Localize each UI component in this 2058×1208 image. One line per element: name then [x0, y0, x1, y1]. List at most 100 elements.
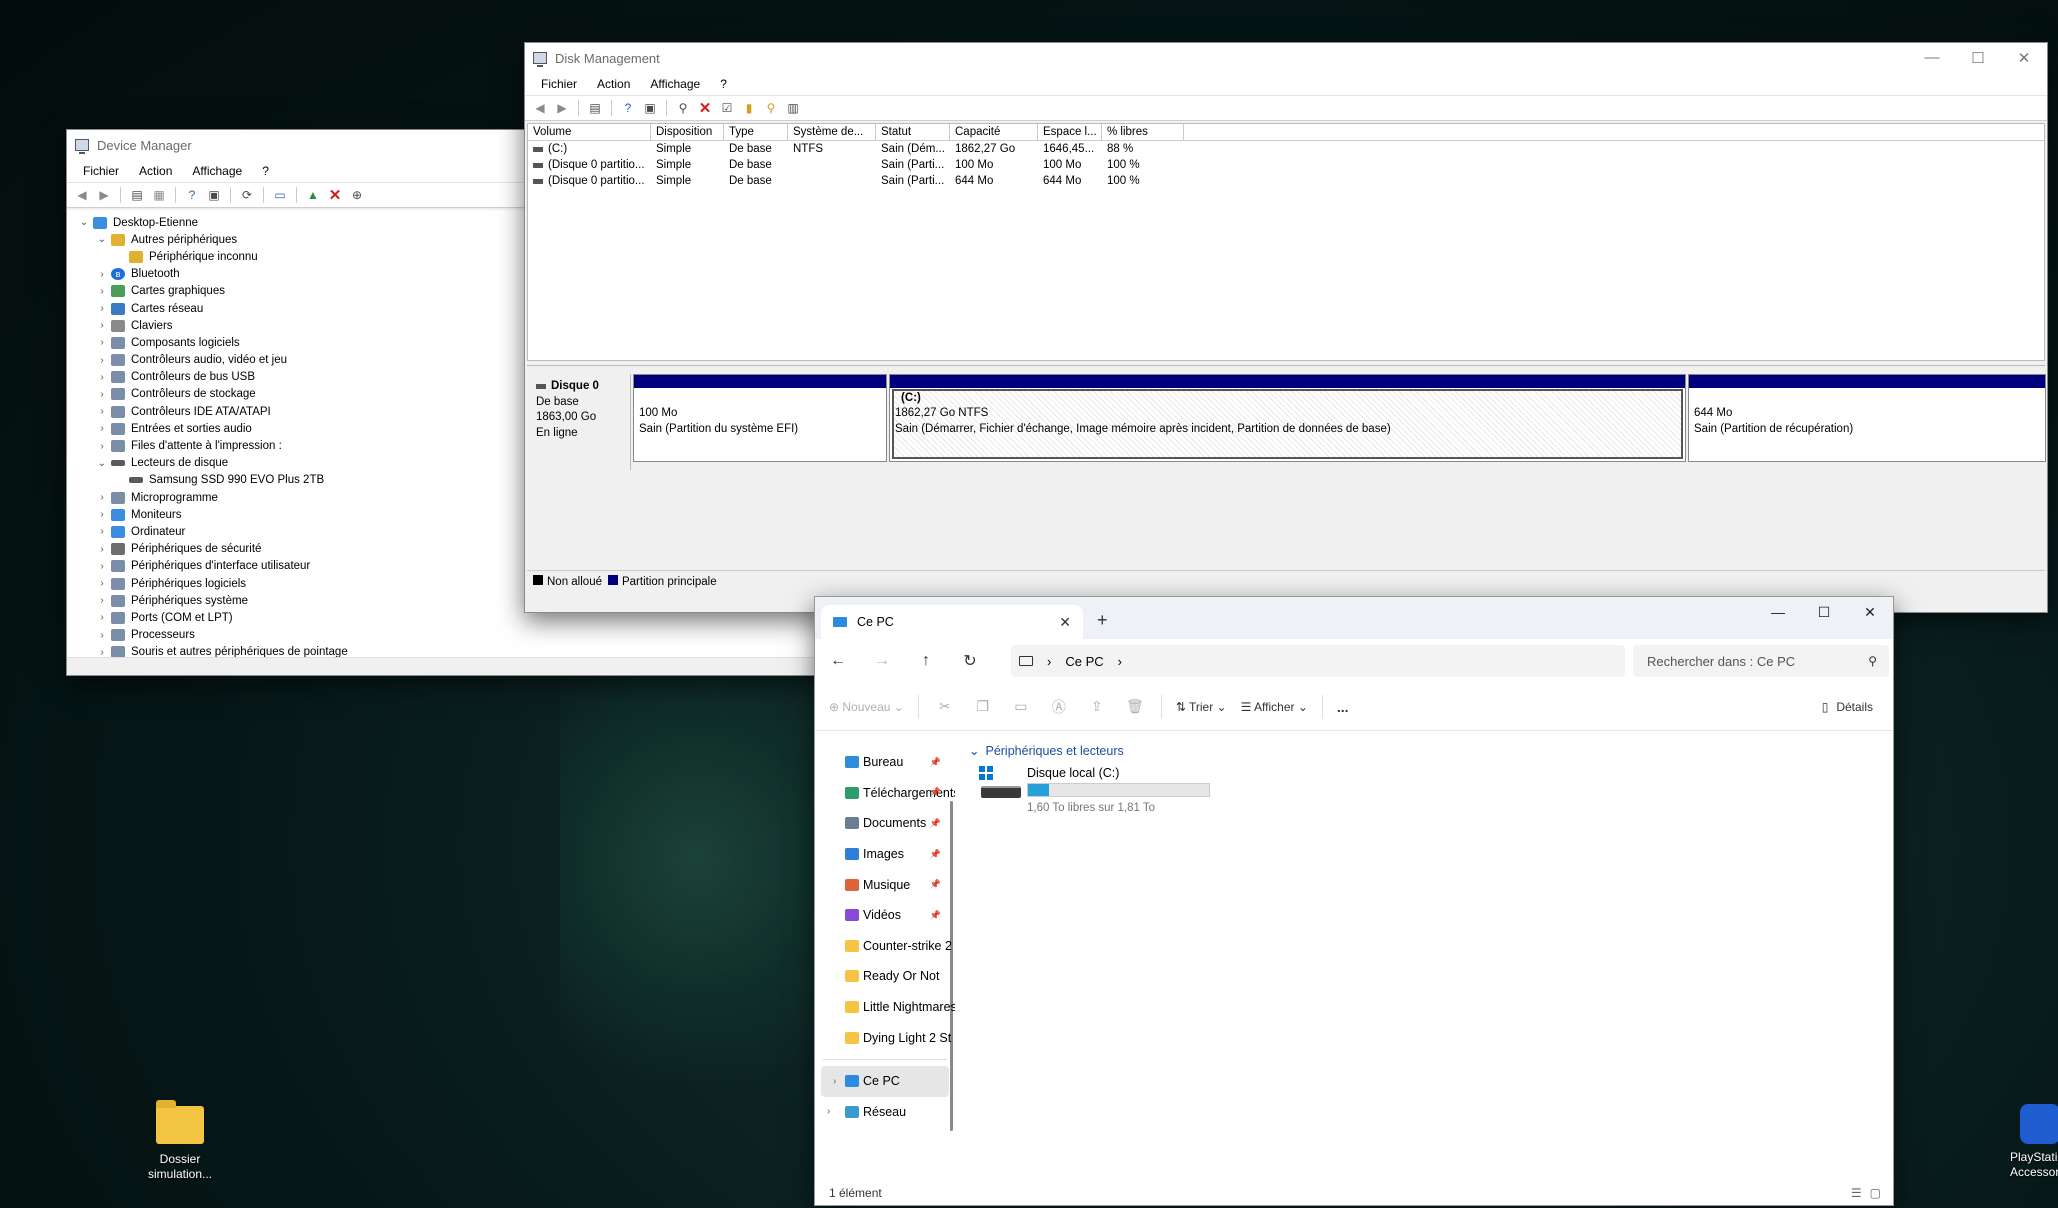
search-input[interactable]: Rechercher dans : Ce PC ⚲ — [1633, 645, 1889, 677]
maximize-icon[interactable]: ☐ — [1955, 49, 2001, 67]
close-tab-icon[interactable]: ✕ — [1059, 614, 1071, 631]
chevron-right-icon[interactable]: › — [1047, 654, 1051, 669]
view-icon[interactable]: ▣ — [641, 99, 659, 117]
chevron-down-icon[interactable]: ⌄ — [93, 458, 111, 469]
scan-hardware-icon[interactable]: ▭ — [271, 186, 289, 204]
volume-list[interactable]: Volume Disposition Type Système de... St… — [527, 123, 2045, 361]
nav-item[interactable]: Musique 📌 — [815, 869, 955, 900]
chevron-right-icon[interactable]: › — [93, 406, 111, 417]
tab-ce-pc[interactable]: Ce PC ✕ — [821, 605, 1083, 639]
chevron-down-icon[interactable]: ⌄ — [969, 743, 979, 758]
pin-icon[interactable]: 📌 — [930, 910, 941, 921]
tree-item[interactable]: › Processeurs — [75, 627, 821, 644]
menu-action[interactable]: Action — [129, 164, 182, 178]
tree-item[interactable]: › Souris et autres périphériques de point… — [75, 644, 821, 657]
partition-recovery[interactable]: 644 Mo Sain (Partition de récupération) — [1688, 374, 2046, 462]
navigation-pane[interactable]: Bureau 📌 Téléchargements 📌 Documents 📌 Images 📌… — [815, 731, 955, 1181]
column-free-space[interactable]: Espace l... — [1038, 124, 1102, 140]
column-filesystem[interactable]: Système de... — [788, 124, 876, 140]
pin-icon[interactable]: 📌 — [930, 849, 941, 860]
chevron-right-icon[interactable]: › — [93, 423, 111, 434]
nav-item[interactable]: Documents 📌 — [815, 808, 955, 839]
nav-item[interactable]: Téléchargements 📌 — [815, 778, 955, 809]
update-driver-icon[interactable]: ⟳ — [238, 186, 256, 204]
cut-icon[interactable]: ✂ — [933, 698, 957, 715]
chevron-right-icon[interactable]: › — [93, 355, 111, 366]
show-hide-tree-icon[interactable]: ▤ — [128, 186, 146, 204]
forward-icon[interactable]: → — [871, 652, 893, 670]
chevron-right-icon[interactable]: › — [93, 389, 111, 400]
disk-management-window[interactable]: Disk Management — ☐ ✕ Fichier Action Aff… — [524, 42, 2048, 613]
forward-arrow-icon[interactable]: ▶ — [95, 186, 113, 204]
nav-item[interactable]: Dying Light 2 St — [815, 1022, 955, 1053]
download-icon[interactable]: ⊕ — [348, 186, 366, 204]
help-icon[interactable]: ? — [183, 186, 201, 204]
volume-row[interactable]: (C:) Simple De base NTFS Sain (Dém... 1862,27… — [528, 141, 2044, 157]
chevron-right-icon[interactable]: › — [93, 595, 111, 606]
group-header[interactable]: ⌄ Périphériques et lecteurs — [969, 743, 1893, 759]
menu-fichier[interactable]: Fichier — [531, 77, 587, 91]
column-status[interactable]: Statut — [876, 124, 950, 140]
nav-item[interactable]: Images 📌 — [815, 839, 955, 870]
menu-fichier[interactable]: Fichier — [73, 164, 129, 178]
desktop-folder-simulation[interactable]: Dossier simulation... — [140, 1100, 220, 1182]
close-icon[interactable]: ✕ — [2001, 49, 2047, 67]
details-pane-button[interactable]: ▯ Détails — [1822, 700, 1873, 714]
chevron-right-icon[interactable]: › — [827, 1106, 830, 1117]
nav-item[interactable]: Vidéos 📌 — [815, 900, 955, 931]
share-icon[interactable]: ⇪ — [1085, 698, 1109, 715]
chevron-right-icon[interactable]: › — [93, 320, 111, 331]
pin-icon[interactable]: 📌 — [930, 757, 941, 768]
disk-management-titlebar[interactable]: Disk Management — ☐ ✕ — [525, 43, 2047, 73]
chevron-right-icon[interactable]: › — [93, 303, 111, 314]
back-arrow-icon[interactable]: ◀ — [531, 99, 549, 117]
copy-icon[interactable]: ❐ — [971, 698, 995, 715]
column-capacity[interactable]: Capacité — [950, 124, 1038, 140]
drive-c-tile[interactable]: Disque local (C:) 1,60 To libres sur 1,8… — [979, 766, 1893, 814]
refresh-icon[interactable]: ↻ — [959, 651, 981, 671]
chevron-down-icon[interactable]: ⌄ — [93, 234, 111, 245]
volume-row[interactable]: (Disque 0 partitio... Simple De base Sain (… — [528, 157, 2044, 173]
address-bar[interactable]: › Ce PC › — [1011, 645, 1625, 677]
paste-icon[interactable]: ▭ — [1009, 698, 1033, 715]
nav-item[interactable]: Counter-strike 2 — [815, 931, 955, 962]
pin-icon[interactable]: 📌 — [930, 787, 941, 798]
minimize-icon[interactable]: — — [1755, 597, 1801, 627]
new-button[interactable]: ⊕ Nouveau ⌄ — [829, 700, 904, 714]
more-options-button[interactable]: ... — [1337, 699, 1349, 715]
pin-icon[interactable]: 📌 — [930, 818, 941, 829]
uninstall-icon[interactable]: ✕ — [326, 186, 344, 204]
properties-icon[interactable]: ▥ — [784, 99, 802, 117]
back-arrow-icon[interactable]: ◀ — [73, 186, 91, 204]
breadcrumb-ce-pc[interactable]: Ce PC — [1065, 654, 1103, 669]
search-folder-icon[interactable]: ⚲ — [762, 99, 780, 117]
menu-affichage[interactable]: Affichage — [182, 164, 252, 178]
tiles-view-icon[interactable]: ▢ — [1870, 1186, 1881, 1200]
chevron-right-icon[interactable]: › — [93, 612, 111, 623]
file-explorer-window[interactable]: Ce PC ✕ + — ☐ ✕ ← → ↑ ↻ › Ce PC › Recher… — [814, 596, 1894, 1206]
delete-icon[interactable]: 🗑 — [1123, 698, 1147, 715]
delete-icon[interactable]: ✕ — [696, 99, 714, 117]
partition-efi[interactable]: 100 Mo Sain (Partition du système EFI) — [633, 374, 887, 462]
add-driver-icon[interactable]: ▲ — [304, 186, 322, 204]
chevron-right-icon[interactable]: › — [93, 337, 111, 348]
column-volume[interactable]: Volume — [528, 124, 651, 140]
chevron-right-icon[interactable]: › — [93, 286, 111, 297]
column-disposition[interactable]: Disposition — [651, 124, 724, 140]
minimize-icon[interactable]: — — [1909, 49, 1955, 67]
new-tab-icon[interactable]: + — [1097, 610, 1108, 631]
new-icon[interactable]: ▮ — [740, 99, 758, 117]
nav-item-reseau[interactable]: › Réseau — [815, 1097, 955, 1128]
chevron-right-icon[interactable]: › — [93, 372, 111, 383]
show-hide-tree-icon[interactable]: ▤ — [586, 99, 604, 117]
nav-item-ce-pc[interactable]: › Ce PC — [821, 1065, 949, 1097]
chevron-right-icon[interactable]: › — [93, 544, 111, 555]
check-icon[interactable]: ☑ — [718, 99, 736, 117]
partition-c[interactable]: (C:) 1862,27 Go NTFS Sain (Démarrer, Fic… — [889, 374, 1686, 462]
chevron-right-icon[interactable]: › — [833, 1076, 836, 1087]
chevron-right-icon[interactable]: › — [93, 492, 111, 503]
rename-icon[interactable]: Ⓐ — [1047, 697, 1071, 717]
desktop-playstation-accessories[interactable]: PlayStation Accessories — [1990, 1104, 2058, 1180]
chevron-down-icon[interactable]: ⌄ — [75, 217, 93, 228]
close-icon[interactable]: ✕ — [1847, 597, 1893, 627]
